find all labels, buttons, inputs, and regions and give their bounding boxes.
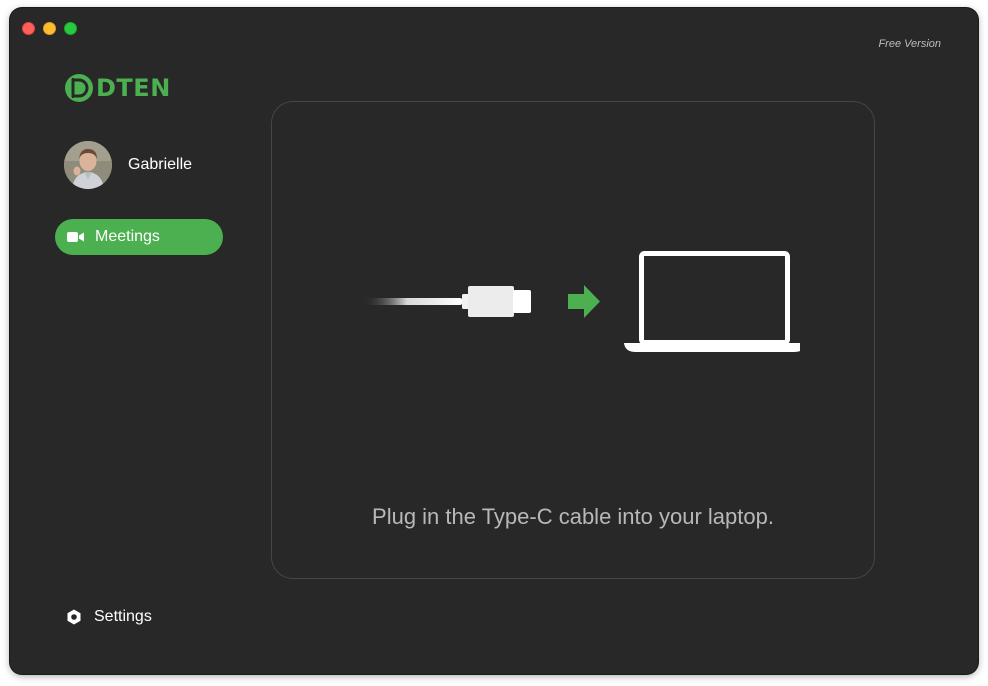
window-minimize-button[interactable]	[43, 22, 56, 35]
settings-label: Settings	[94, 608, 152, 625]
arrow-right-icon	[568, 285, 600, 318]
settings-button[interactable]: Settings	[66, 608, 152, 626]
laptop-icon	[624, 251, 800, 352]
app-window: Free Version DTEN Gabrielle Meetings Set…	[10, 8, 978, 674]
window-zoom-button[interactable]	[64, 22, 77, 35]
dten-logo: DTEN	[64, 72, 171, 104]
connect-panel: Plug in the Type-C cable into your lapto…	[271, 101, 875, 579]
logo-text: DTEN	[96, 74, 171, 102]
usb-c-cable-icon	[362, 286, 531, 317]
video-camera-icon	[67, 232, 84, 242]
instruction-text: Plug in the Type-C cable into your lapto…	[372, 504, 774, 529]
dten-logo-icon	[65, 74, 93, 102]
connect-illustration	[362, 251, 800, 352]
avatar[interactable]	[64, 141, 112, 189]
user-photo-icon	[64, 141, 112, 189]
window-close-button[interactable]	[22, 22, 35, 35]
user-name: Gabrielle	[128, 156, 193, 173]
gear-icon	[67, 609, 81, 625]
nav-item-meetings-label: Meetings	[95, 228, 160, 245]
nav-item-meetings[interactable]: Meetings	[55, 219, 223, 255]
version-label: Free Version	[878, 38, 941, 50]
user-profile[interactable]: Gabrielle	[64, 141, 192, 189]
